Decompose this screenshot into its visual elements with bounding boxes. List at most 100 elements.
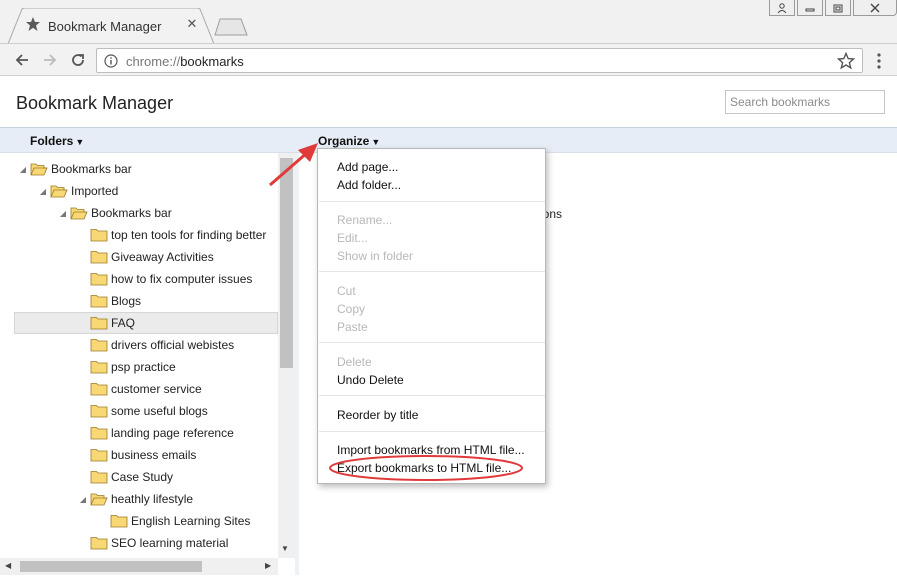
search-bookmarks-input[interactable] (725, 90, 885, 114)
tree-item-label: business emails (111, 448, 197, 462)
menu-separator (319, 201, 545, 202)
reload-button[interactable] (68, 50, 88, 70)
tree-item-label: Bookmarks bar (91, 206, 172, 220)
folder-icon (90, 229, 108, 242)
folder-icon (90, 339, 108, 352)
folder-icon (90, 317, 108, 330)
scroll-right-arrow-icon[interactable]: ▶ (265, 561, 271, 570)
menu-item-edit: Edit... (337, 231, 368, 245)
tree-item-label: Bookmarks bar (51, 162, 132, 176)
tree-item-label: Case Study (111, 470, 174, 484)
folder-icon (110, 515, 128, 528)
menu-separator (319, 431, 545, 432)
folder-icon (90, 361, 108, 374)
tree-item[interactable]: Giveaway Activities (0, 246, 278, 268)
tree-item-label: landing page reference (111, 426, 234, 440)
reload-icon (72, 54, 84, 66)
forward-button[interactable] (40, 50, 60, 70)
tree-item[interactable]: English Learning Sites (0, 510, 278, 532)
open-folder-icon (50, 185, 68, 198)
menu-item-paste: Paste (337, 320, 368, 334)
menu-separator (319, 271, 545, 272)
open-folder-icon (70, 207, 88, 220)
url-path: bookmarks (180, 54, 244, 69)
tree-item[interactable]: business emails (0, 444, 278, 466)
organize-menu-button[interactable]: Organize ▼ (318, 134, 380, 148)
forward-arrow-icon (44, 54, 57, 66)
minimize-icon[interactable] (797, 0, 823, 16)
tree-item[interactable]: psp practice (0, 356, 278, 378)
browser-toolbar: chrome://bookmarks (0, 43, 897, 76)
folder-icon (90, 405, 108, 418)
tree-item[interactable]: ◢ Imported (0, 180, 278, 202)
chrome-menu-icon[interactable] (872, 51, 886, 71)
menu-item-rename: Rename... (337, 213, 393, 227)
tree-item[interactable]: top ten tools for finding better (0, 224, 278, 246)
tree-item-label: FAQ (111, 316, 136, 330)
tree-item[interactable]: SEO learning material (0, 532, 278, 554)
folder-icon (90, 427, 108, 440)
folder-icon (90, 471, 108, 484)
tree-horizontal-scroll-thumb[interactable] (20, 561, 202, 572)
chevron-down-icon: ▼ (75, 137, 85, 147)
tree-item[interactable]: some useful blogs (0, 400, 278, 422)
organize-menu: Add page... Add folder... Rename... Edit… (317, 148, 546, 484)
tab-title: Bookmark Manager (48, 19, 162, 34)
menu-item-cut: Cut (337, 284, 356, 298)
folder-icon (90, 383, 108, 396)
open-folder-icon (30, 163, 48, 176)
expand-triangle-icon[interactable]: ◢ (18, 164, 28, 174)
tree-item-label: customer service (111, 382, 202, 396)
expand-triangle-icon[interactable]: ◢ (38, 186, 48, 196)
tree-item-label: drivers official webistes (111, 338, 235, 352)
tree-item[interactable]: drivers official webistes (0, 334, 278, 356)
tree-item-selected[interactable]: FAQ (14, 312, 278, 334)
folder-icon (90, 449, 108, 462)
tree-item[interactable]: Blogs (0, 290, 278, 312)
profile-icon[interactable] (769, 0, 795, 16)
menu-item-show-in-folder: Show in folder (337, 249, 414, 263)
menu-item-undo-delete[interactable]: Undo Delete (337, 373, 404, 387)
new-tab-button[interactable] (214, 18, 248, 36)
tree-item[interactable]: ◢ Bookmarks bar (0, 158, 278, 180)
folders-menu-button[interactable]: Folders ▼ (30, 134, 84, 148)
folder-icon (90, 273, 108, 286)
address-bar[interactable]: chrome://bookmarks (96, 48, 863, 73)
restore-icon[interactable] (825, 0, 851, 16)
pane-splitter[interactable] (295, 153, 299, 575)
back-button[interactable] (12, 50, 32, 70)
expand-triangle-icon[interactable]: ◢ (58, 208, 68, 218)
scroll-down-arrow-icon[interactable]: ▼ (281, 544, 289, 553)
tree-item-label: how to fix computer issues (111, 272, 253, 286)
menu-item-copy: Copy (337, 302, 366, 316)
page-title: Bookmark Manager (16, 93, 174, 113)
tree-item[interactable]: customer service (0, 378, 278, 400)
scroll-left-arrow-icon[interactable]: ◀ (5, 561, 11, 570)
tab-close-icon[interactable]: ✕ (185, 17, 199, 31)
back-arrow-icon (15, 54, 28, 66)
highlight-ellipse (329, 455, 523, 481)
folder-icon (90, 537, 108, 550)
tree-item-label: heathly lifestyle (111, 492, 194, 506)
menu-item-add-page[interactable]: Add page... (337, 160, 398, 174)
annotation-arrow (269, 143, 318, 187)
menu-item-delete: Delete (337, 355, 372, 369)
bookmark-star-icon[interactable] (837, 52, 855, 70)
tree-item-label: Imported (71, 184, 119, 198)
info-icon[interactable] (104, 54, 118, 68)
tree-item[interactable]: how to fix computer issues (0, 268, 278, 290)
tree-item[interactable]: Case Study (0, 466, 278, 488)
menu-item-add-folder[interactable]: Add folder... (337, 178, 401, 192)
tree-item-label: psp practice (111, 360, 176, 374)
tree-item-label: Blogs (111, 294, 142, 308)
tab-strip: Bookmark Manager ✕ (0, 0, 897, 44)
close-window-icon[interactable] (853, 0, 897, 16)
tree-item[interactable]: ◢ heathly lifestyle (0, 488, 278, 510)
tree-item-label: English Learning Sites (131, 514, 251, 528)
folder-tree: ◢ Bookmarks bar ◢ Imported ◢ Bookmarks b… (0, 153, 278, 558)
menu-item-reorder-by-title[interactable]: Reorder by title (337, 408, 418, 422)
tree-item[interactable]: landing page reference (0, 422, 278, 444)
tree-item[interactable]: ◢ Bookmarks bar (0, 202, 278, 224)
star-icon (26, 17, 40, 31)
expand-triangle-icon[interactable]: ◢ (78, 494, 88, 504)
